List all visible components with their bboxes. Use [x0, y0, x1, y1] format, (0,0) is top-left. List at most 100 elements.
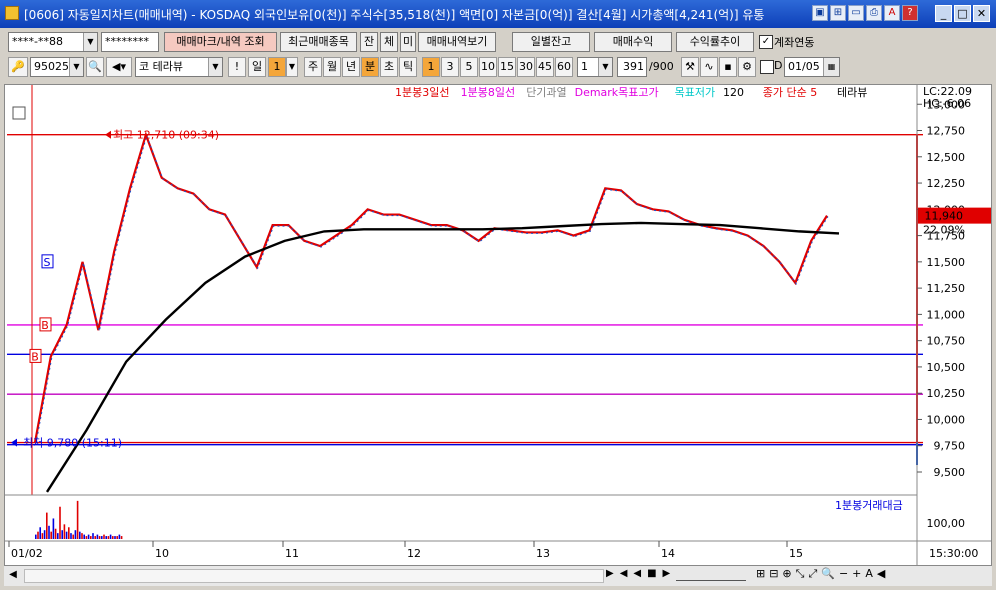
volume-bar	[61, 530, 63, 539]
interval-5[interactable]: 5	[460, 57, 478, 77]
date-value: 01/05	[788, 60, 820, 73]
unit-second-button[interactable]: 초	[380, 57, 398, 77]
interval-input[interactable]: 1 ▼	[577, 57, 613, 77]
calendar-icon[interactable]: ▦	[823, 58, 839, 76]
speaker-icon[interactable]: ◀▾	[106, 57, 132, 77]
price-tick-label: 10,000	[927, 413, 966, 426]
interval-input-value: 1	[581, 60, 588, 73]
playback-controls[interactable]: ▶◀◀■▶	[606, 568, 676, 579]
date-field[interactable]: 01/05 ▦	[784, 57, 840, 77]
interval-3[interactable]: 3	[441, 57, 459, 77]
save-icon[interactable]: ▪	[719, 57, 737, 77]
zoom-slider[interactable]	[676, 570, 746, 581]
window-controls: _ □ ✕	[933, 5, 990, 22]
search-icon[interactable]: 🔍	[86, 57, 104, 77]
screen-icon[interactable]: ▭	[848, 5, 864, 21]
window-title: [0606] 자동일지차트(매매내역) - KOSDAQ 외국인보유[0(천)]…	[24, 8, 765, 22]
account-link-label: 계좌연동	[774, 36, 815, 49]
link-icon[interactable]: ⊞	[830, 5, 846, 21]
stock-code-field[interactable]: 950250 ▼	[30, 57, 84, 77]
trade-marker-label: S	[44, 256, 51, 269]
stock-name-field[interactable]: 코 테라뷰 ▼	[135, 57, 223, 77]
print-icon[interactable]: ⎙	[866, 5, 882, 21]
volume-bar	[105, 536, 107, 539]
minimize-button[interactable]: _	[935, 5, 952, 22]
volume-bar	[92, 533, 94, 539]
balance-button[interactable]: 잔	[360, 32, 378, 52]
chevron-down-icon[interactable]: ▼	[208, 58, 222, 76]
volume-bar	[35, 534, 37, 539]
indicator-icon[interactable]: ∿	[700, 57, 718, 77]
date-checkbox[interactable]	[760, 60, 774, 74]
return-trend-button[interactable]: 수익률추이	[676, 32, 754, 52]
legend-item: 단기과열	[526, 86, 566, 99]
count-input[interactable]: 391	[617, 57, 647, 77]
app-icon	[5, 6, 19, 20]
unit-day-value[interactable]: 1	[268, 57, 286, 77]
scroll-track[interactable]	[24, 569, 604, 583]
interval-45[interactable]: 45	[536, 57, 554, 77]
volume-bar	[101, 536, 103, 539]
volume-bar	[103, 534, 105, 539]
toolbar-row-1: ****-**88 ▼ ******** 매매마크/내역 조회 최근매매종목 잔…	[0, 32, 996, 54]
legend-item: 1분봉8일선	[461, 85, 515, 99]
chevron-down-icon[interactable]: ▼	[598, 58, 612, 76]
unit-month-button[interactable]: 월	[323, 57, 341, 77]
interval-60[interactable]: 60	[555, 57, 573, 77]
volume-bar	[63, 524, 66, 539]
chevron-down-icon[interactable]: ▼	[83, 33, 97, 51]
price-tick-label: 9,750	[934, 440, 966, 453]
password-field[interactable]: ********	[101, 32, 159, 52]
execution-button[interactable]: 체	[380, 32, 398, 52]
chart-svg[interactable]: 100,001분봉거래대금 13,00012,75012,50012,25012…	[5, 85, 992, 566]
scroll-left-icon[interactable]: ◀	[6, 568, 20, 582]
unit-minute-button[interactable]: 분	[361, 57, 379, 77]
volume-bar	[43, 530, 46, 539]
help-icon[interactable]: ?	[902, 5, 918, 21]
toolbar-row-2: 🔑 950250 ▼ 🔍 ◀▾ 코 테라뷰 ▼ ! 일 1 ▼ 주 월 년 분 …	[0, 57, 996, 79]
bottom-scrollbar[interactable]: ◀ ▶◀◀■▶ ⊞⊟⊕⤡⤢🔍−+A◀	[4, 566, 992, 586]
volume-bar	[98, 536, 101, 539]
interval-15[interactable]: 15	[498, 57, 516, 77]
chevron-down-icon[interactable]: ▼	[69, 58, 83, 76]
unit-week-button[interactable]: 주	[304, 57, 322, 77]
settings-icon[interactable]: ⚙	[738, 57, 756, 77]
volume-bar	[85, 536, 88, 539]
trade-profit-button[interactable]: 매매수익	[594, 32, 672, 52]
trade-detail-button[interactable]: 매매내역보기	[418, 32, 496, 52]
chart-legend: 1분봉3일선 1분봉8일선 단기과열 Demark목표고가 목표저가 120 종가 단순 5…	[395, 85, 867, 99]
daily-balance-button[interactable]: 일별잔고	[512, 32, 590, 52]
legend-item: 목표저가	[675, 86, 715, 99]
count-total: /900	[649, 60, 674, 73]
chart-area[interactable]: 100,001분봉거래대금 13,00012,75012,50012,25012…	[4, 84, 992, 566]
volume-bar	[87, 534, 90, 539]
dock-icon[interactable]: ▣	[812, 5, 828, 21]
tools-icon[interactable]: ⚒	[681, 57, 699, 77]
chevron-down-icon[interactable]: ▼	[286, 57, 298, 77]
lock-icon[interactable]: 🔑	[8, 57, 28, 77]
volume-bar	[109, 534, 112, 539]
close-button[interactable]: ✕	[973, 5, 990, 22]
unit-tick-button[interactable]: 틱	[399, 57, 417, 77]
volume-bar	[107, 536, 110, 539]
maximize-button[interactable]: □	[954, 5, 971, 22]
font-icon[interactable]: A	[884, 5, 900, 21]
unfilled-button[interactable]: 미	[400, 32, 416, 52]
volume-bar	[112, 536, 114, 539]
time-axis-label: 15	[789, 547, 803, 560]
unit-day-button[interactable]: 일	[248, 57, 266, 77]
price-tick-label: 10,500	[927, 361, 966, 374]
unit-year-button[interactable]: 년	[342, 57, 360, 77]
volume-bar	[57, 533, 59, 539]
trade-mark-query-button[interactable]: 매매마크/내역 조회	[164, 32, 277, 52]
account-link-checkbox[interactable]: ✓	[759, 35, 773, 49]
interval-30[interactable]: 30	[517, 57, 535, 77]
price-tick-label: 12,250	[927, 177, 966, 190]
chart-tools[interactable]: ⊞⊟⊕⤡⤢🔍−+A◀	[756, 567, 889, 581]
interval-10[interactable]: 10	[479, 57, 497, 77]
account-field[interactable]: ****-**88 ▼	[8, 32, 98, 52]
hc-label: HC:-6.06	[923, 97, 971, 110]
interval-1[interactable]: 1	[422, 57, 440, 77]
alert-icon[interactable]: !	[228, 57, 246, 77]
recent-trades-button[interactable]: 최근매매종목	[280, 32, 357, 52]
